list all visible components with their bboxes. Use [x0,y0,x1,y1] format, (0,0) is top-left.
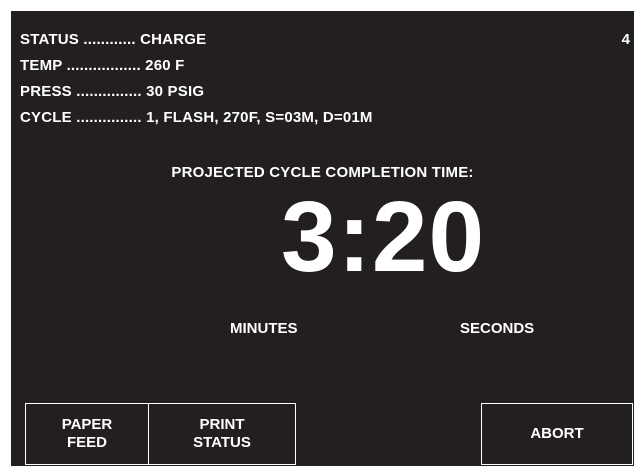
minutes-label: MINUTES [230,320,298,337]
paper-feed-button[interactable]: PAPER FEED [25,403,149,465]
press-line: PRESS ............... 30 PSIG [20,83,205,100]
abort-button[interactable]: ABORT [481,403,633,465]
projected-time-label: PROJECTED CYCLE COMPLETION TIME: [171,164,474,181]
controller-screen: STATUS ............ CHARGE TEMP ........… [11,11,634,466]
seconds-label: SECONDS [460,320,535,337]
cycle-line: CYCLE ............... 1, FLASH, 270F, S=… [20,109,373,126]
status-line: STATUS ............ CHARGE [20,31,207,48]
print-status-button[interactable]: PRINT STATUS [148,403,296,465]
page-number: 4 [621,31,630,48]
countdown-timer: 3:20 [281,181,486,293]
temp-line: TEMP ................. 260 F [20,57,185,74]
